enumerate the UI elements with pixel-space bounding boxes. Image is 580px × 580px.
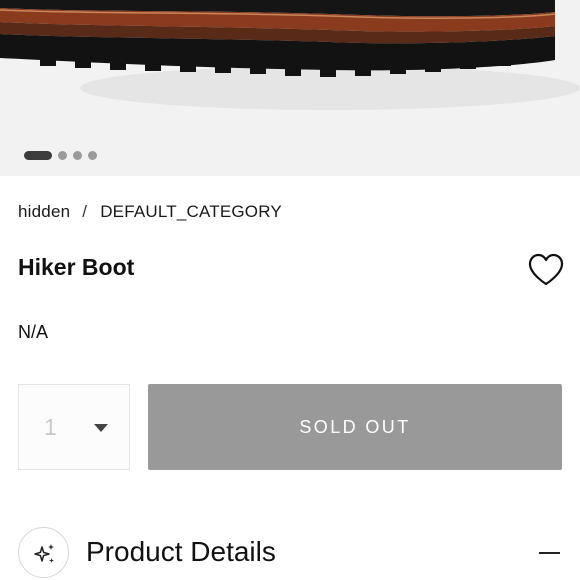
caret-down-icon — [94, 424, 108, 432]
heart-icon — [528, 253, 564, 286]
wishlist-button[interactable] — [527, 253, 565, 287]
carousel-dot[interactable] — [88, 151, 97, 160]
breadcrumb: hidden / DEFAULT_CATEGORY — [18, 202, 282, 222]
product-image-carousel[interactable] — [0, 0, 580, 176]
carousel-pagination — [24, 151, 97, 160]
sparkle-icon — [34, 544, 54, 563]
carousel-dot[interactable] — [58, 151, 67, 160]
minus-icon[interactable] — [539, 552, 560, 554]
breadcrumb-item-category[interactable]: DEFAULT_CATEGORY — [100, 202, 282, 222]
carousel-dot[interactable] — [73, 151, 82, 160]
sold-out-button[interactable]: SOLD OUT — [148, 384, 562, 470]
product-title: Hiker Boot — [18, 254, 135, 280]
quantity-select[interactable]: 1 — [18, 384, 130, 470]
carousel-dot-active[interactable] — [24, 151, 52, 160]
breadcrumb-separator: / — [82, 202, 88, 221]
product-details-accordion[interactable]: Product Details — [18, 527, 563, 580]
breadcrumb-item-hidden[interactable]: hidden — [18, 202, 70, 222]
product-image — [0, 0, 580, 110]
quantity-value: 1 — [44, 414, 57, 440]
product-details-label: Product Details — [86, 536, 276, 567]
product-price: N/A — [18, 322, 49, 342]
details-icon-circle — [18, 527, 69, 578]
